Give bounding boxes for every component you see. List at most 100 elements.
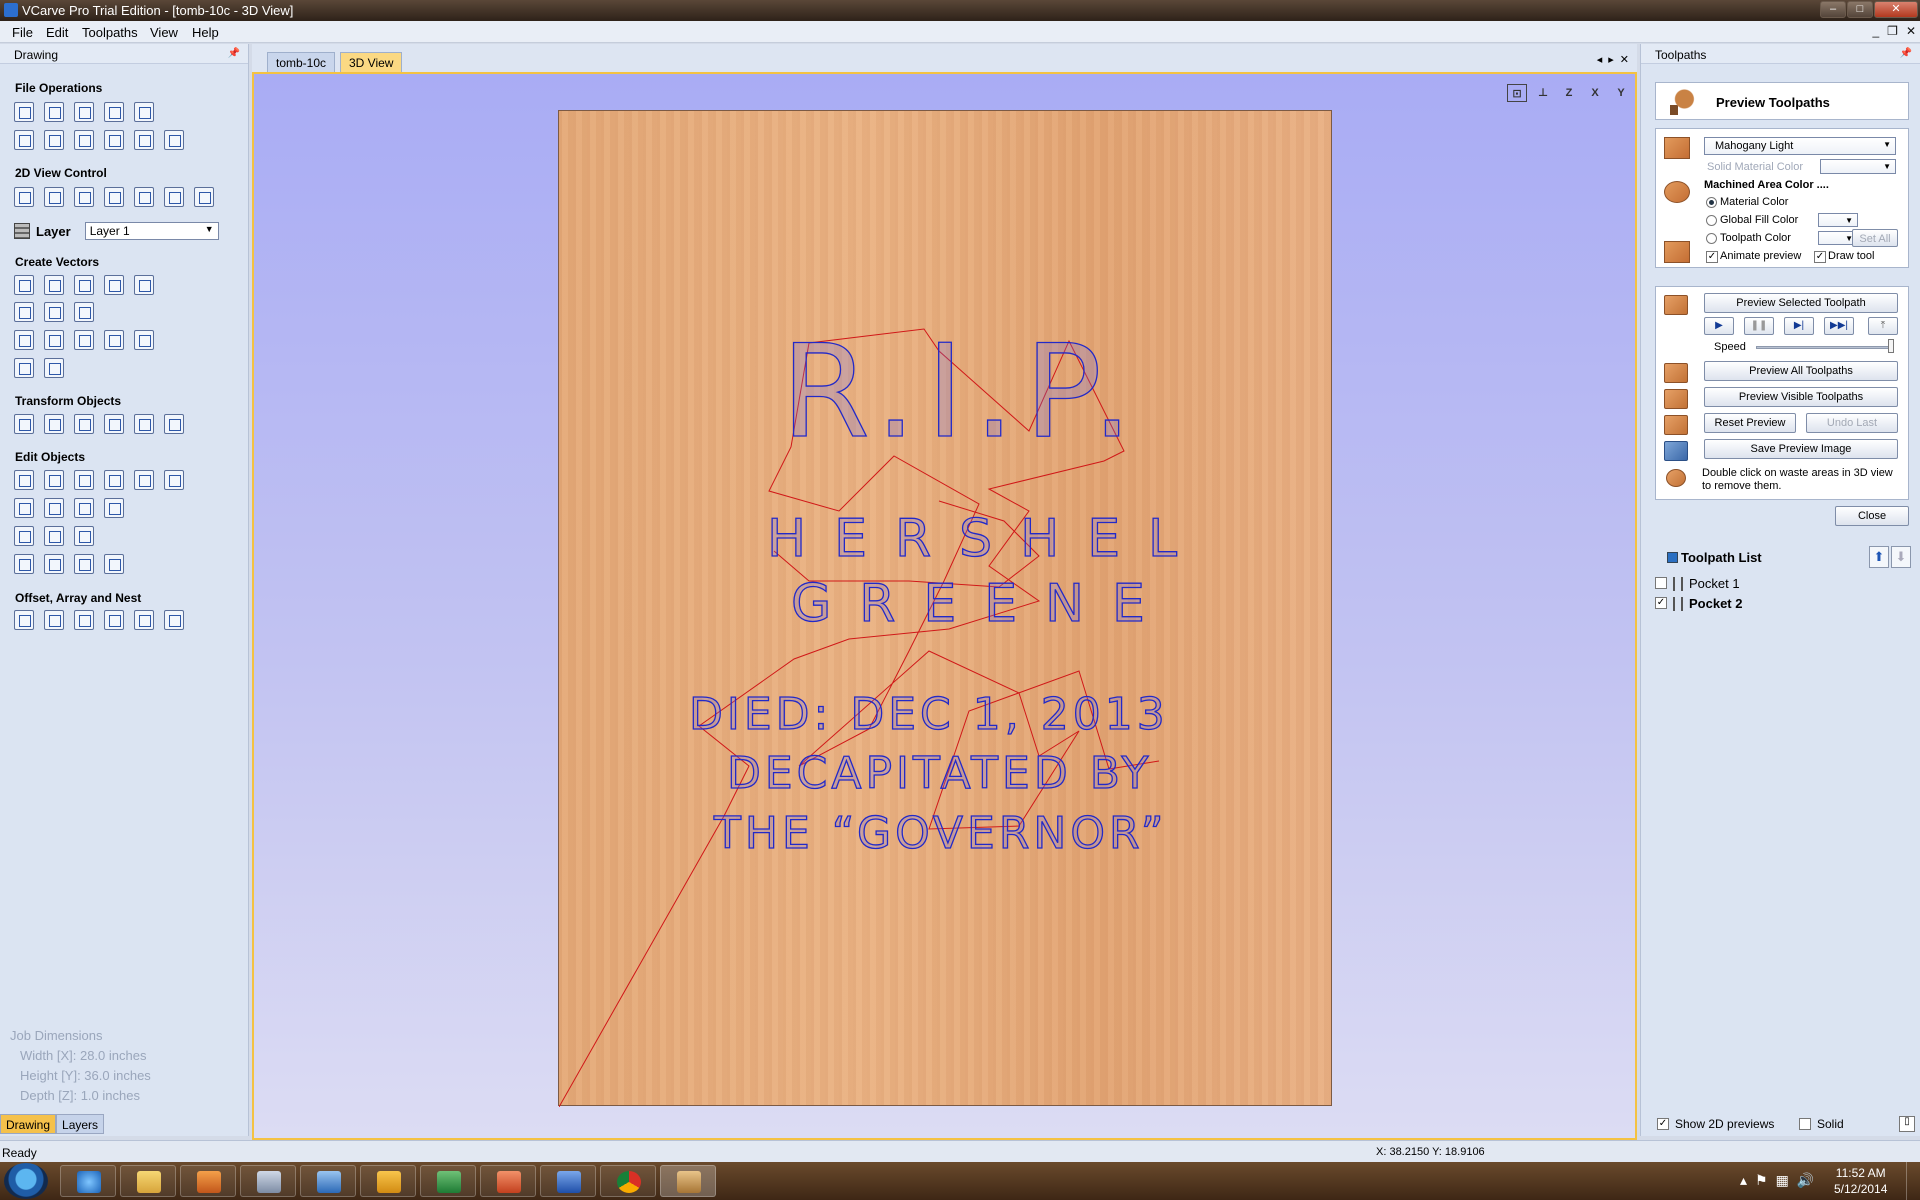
taskbar-remote[interactable] <box>300 1165 356 1197</box>
taskbar-word[interactable] <box>540 1165 596 1197</box>
taskbar-explorer[interactable] <box>120 1165 176 1197</box>
taskbar-internet-explorer[interactable] <box>60 1165 116 1197</box>
taskbar-chrome[interactable] <box>600 1165 656 1197</box>
intersect-icon[interactable] <box>74 498 94 518</box>
material-color-radio[interactable] <box>1706 197 1717 208</box>
trace-icon[interactable] <box>14 358 34 378</box>
preview-all-toolpaths-button[interactable]: Preview All Toolpaths <box>1704 361 1898 381</box>
zoom-selected-icon[interactable] <box>104 187 124 207</box>
fillet-icon[interactable] <box>14 526 34 546</box>
array-icon[interactable] <box>44 610 64 630</box>
scale-icon[interactable] <box>44 414 64 434</box>
text-on-curve-icon[interactable] <box>74 330 94 350</box>
save-file-icon[interactable] <box>74 102 94 122</box>
tab-scroll-right-icon[interactable]: ▸ <box>1608 53 1614 66</box>
job-setup-icon[interactable] <box>14 130 34 150</box>
copy-along-icon[interactable] <box>104 610 124 630</box>
tab-close-icon[interactable]: ✕ <box>1620 53 1629 66</box>
pause-icon[interactable]: ❚❚ <box>1744 317 1774 335</box>
zoom-box-icon[interactable] <box>74 187 94 207</box>
toolpath-1-checkbox[interactable] <box>1655 577 1667 589</box>
view-y-button[interactable]: Y <box>1611 84 1631 102</box>
smooth-icon[interactable] <box>164 470 184 490</box>
preview-selected-toolpath-button[interactable]: Preview Selected Toolpath <box>1704 293 1898 313</box>
convert-line-icon[interactable] <box>104 554 124 574</box>
show-2d-previews-checkbox[interactable]: ✓ <box>1657 1118 1669 1130</box>
minimize-button[interactable]: – <box>1820 1 1846 18</box>
tab-layers[interactable]: Layers <box>56 1114 105 1134</box>
taskbar-powerpoint[interactable] <box>480 1165 536 1197</box>
subtract-icon[interactable] <box>44 498 64 518</box>
move-down-icon[interactable]: ⬇ <box>1891 546 1911 568</box>
tab-scroll-left-icon[interactable]: ◂ <box>1597 53 1603 66</box>
fast-forward-icon[interactable]: ▶▶| <box>1824 317 1854 335</box>
close-button[interactable]: Close <box>1835 506 1909 526</box>
extend-icon[interactable] <box>44 526 64 546</box>
join-icon[interactable] <box>14 554 34 574</box>
arc-icon[interactable] <box>74 302 94 322</box>
split-view-icon[interactable] <box>134 187 154 207</box>
panel-toggle-icon[interactable]: ▯ <box>1899 1116 1915 1132</box>
preview-visible-toolpaths-button[interactable]: Preview Visible Toolpaths <box>1704 387 1898 407</box>
draw-tool-checkbox[interactable]: ✓ <box>1814 251 1826 263</box>
mdi-minimize-icon[interactable]: _ <box>1872 24 1879 38</box>
spell-check-icon[interactable] <box>134 330 154 350</box>
save-preview-image-button[interactable]: Save Preview Image <box>1704 439 1898 459</box>
undo-last-button[interactable]: Undo Last <box>1806 413 1898 433</box>
play-icon[interactable]: ▶ <box>1704 317 1734 335</box>
weld-icon[interactable] <box>14 498 34 518</box>
start-button[interactable] <box>4 1163 48 1199</box>
mdi-restore-icon[interactable]: ❐ <box>1887 24 1898 38</box>
network-icon[interactable]: ▦ <box>1776 1172 1789 1189</box>
copy-icon[interactable] <box>74 130 94 150</box>
paste-icon[interactable] <box>104 130 124 150</box>
cut-icon[interactable] <box>44 130 64 150</box>
select-icon[interactable] <box>14 470 34 490</box>
global-fill-color-select[interactable]: ▼ <box>1818 213 1858 227</box>
show-desktop-button[interactable] <box>1906 1162 1920 1200</box>
skip-to-end-icon[interactable]: ⤒ <box>1868 317 1898 335</box>
ungroup-icon[interactable] <box>134 470 154 490</box>
curve-icon[interactable] <box>44 302 64 322</box>
solid-checkbox[interactable] <box>1799 1118 1811 1130</box>
new-file-icon[interactable] <box>14 102 34 122</box>
text-icon[interactable] <box>14 330 34 350</box>
speed-slider-thumb[interactable] <box>1888 339 1894 353</box>
node-edit-icon[interactable] <box>44 470 64 490</box>
toolpath-row[interactable]: ✓ Pocket 2 <box>1655 594 1909 614</box>
set-all-button[interactable]: Set All <box>1852 229 1898 247</box>
nest-icon[interactable] <box>134 610 154 630</box>
taskbar-vcarve[interactable] <box>660 1165 716 1197</box>
iso-view-icon[interactable]: ⊥ <box>1533 84 1553 102</box>
tab-drawing[interactable]: Drawing <box>0 1114 57 1134</box>
flag-icon[interactable]: ⚑ <box>1755 1172 1768 1189</box>
close-vector-icon[interactable] <box>74 526 94 546</box>
distort-icon[interactable] <box>134 414 154 434</box>
solid-color-select[interactable]: ▼ <box>1820 159 1896 174</box>
reset-preview-button[interactable]: Reset Preview <box>1704 413 1796 433</box>
redo-icon[interactable] <box>164 130 184 150</box>
dimension-icon[interactable] <box>104 330 124 350</box>
material-select[interactable]: Mahogany Light ▼ <box>1704 137 1896 155</box>
volume-icon[interactable]: 🔊 <box>1797 1172 1814 1189</box>
mdi-close-icon[interactable]: ✕ <box>1906 24 1916 38</box>
polygon-icon[interactable] <box>104 275 124 295</box>
measure-icon[interactable] <box>44 358 64 378</box>
import-icon[interactable] <box>134 102 154 122</box>
close-window-button[interactable]: ✕ <box>1874 1 1918 18</box>
interactive-select-icon[interactable] <box>74 470 94 490</box>
auto-layout-icon[interactable] <box>164 610 184 630</box>
horizontal-view-icon[interactable] <box>164 187 184 207</box>
tray-arrow-icon[interactable]: ▴ <box>1740 1172 1747 1189</box>
menu-view[interactable]: View <box>150 25 178 40</box>
tab-tomb-10c[interactable]: tomb-10c <box>267 52 336 72</box>
center-icon[interactable] <box>164 414 184 434</box>
zoom-fit-icon[interactable]: ⊡ <box>1507 84 1527 102</box>
toolpath-2-checkbox[interactable]: ✓ <box>1655 597 1667 609</box>
taskbar-excel[interactable] <box>420 1165 476 1197</box>
layer-select[interactable]: Layer 1 ▼ <box>84 222 219 240</box>
tab-3d-view[interactable]: 3D View <box>340 52 403 72</box>
menu-help[interactable]: Help <box>192 25 219 40</box>
trim-icon[interactable] <box>104 498 124 518</box>
circle-icon[interactable] <box>14 275 34 295</box>
